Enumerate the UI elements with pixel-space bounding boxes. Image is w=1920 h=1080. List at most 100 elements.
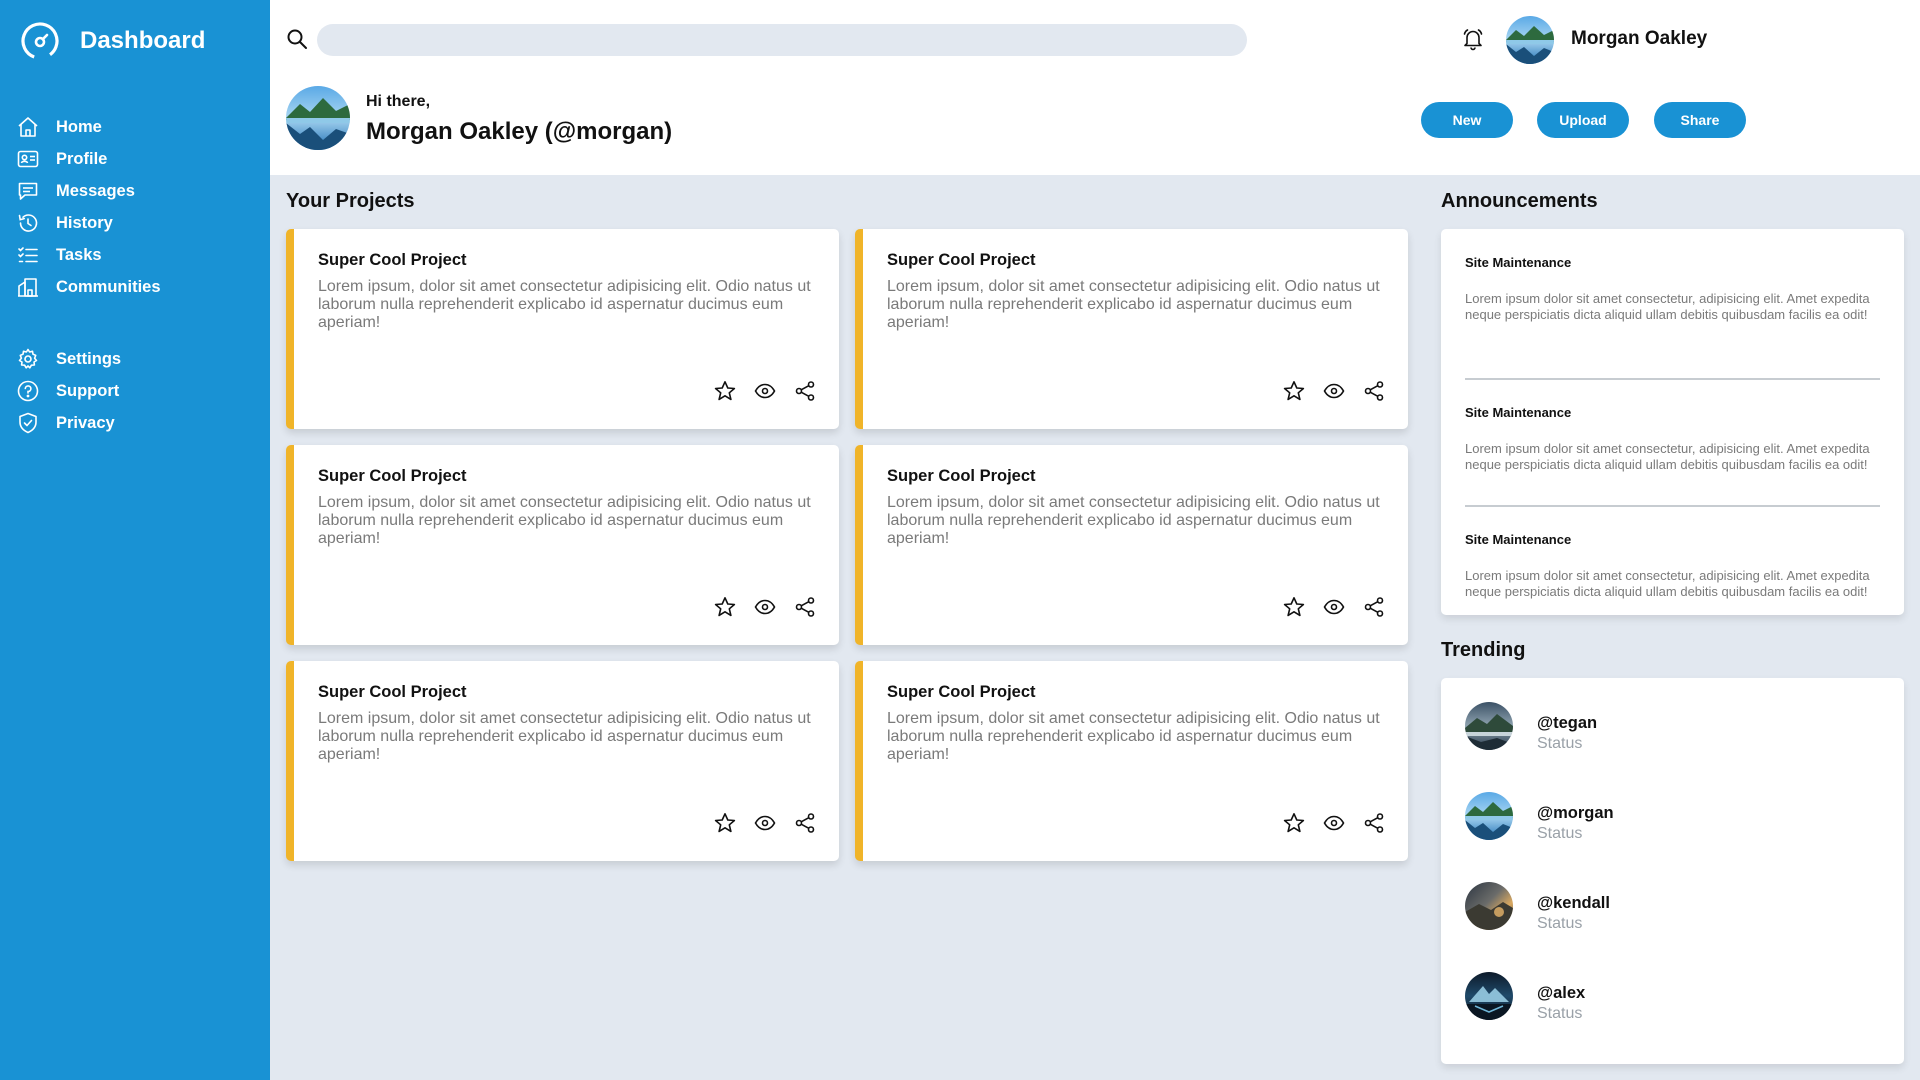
secondary-nav: Settings Support Privacy [16, 343, 266, 439]
project-card[interactable]: Super Cool Project Lorem ipsum, dolor si… [855, 661, 1408, 861]
avatar[interactable] [1465, 972, 1513, 1020]
search-input[interactable] [317, 24, 1247, 56]
eye-icon[interactable] [1322, 379, 1346, 403]
star-icon[interactable] [713, 811, 737, 835]
star-icon[interactable] [713, 595, 737, 619]
star-icon[interactable] [1282, 811, 1306, 835]
project-card[interactable]: Super Cool Project Lorem ipsum, dolor si… [855, 445, 1408, 645]
projects-grid: Super Cool Project Lorem ipsum, dolor si… [286, 229, 1409, 861]
messages-icon [18, 182, 38, 200]
project-card[interactable]: Super Cool Project Lorem ipsum, dolor si… [855, 229, 1408, 429]
eye-icon[interactable] [1322, 595, 1346, 619]
share-icon[interactable] [1362, 811, 1386, 835]
announcements-card: Site Maintenance Lorem ipsum dolor sit a… [1441, 229, 1904, 615]
project-title: Super Cool Project [887, 467, 1036, 485]
announcement-item[interactable]: Site Maintenance Lorem ipsum dolor sit a… [1465, 380, 1880, 507]
project-title: Super Cool Project [318, 683, 467, 701]
share-icon[interactable] [793, 595, 817, 619]
star-icon[interactable] [1282, 595, 1306, 619]
share-icon[interactable] [1362, 595, 1386, 619]
search-icon[interactable] [286, 28, 308, 50]
trending-user[interactable]: @tegan Status [1465, 702, 1880, 792]
share-icon[interactable] [1362, 379, 1386, 403]
greeting-avatar [286, 86, 350, 150]
trending-handle[interactable]: @tegan [1537, 714, 1597, 733]
eye-icon[interactable] [753, 379, 777, 403]
trending-status: Status [1537, 735, 1583, 752]
trending-status: Status [1537, 915, 1583, 932]
sidebar-item-home[interactable]: Home [16, 111, 266, 143]
avatar[interactable] [1465, 792, 1513, 840]
project-description: Lorem ipsum, dolor sit amet consectetur … [887, 710, 1380, 763]
eye-icon[interactable] [1322, 811, 1346, 835]
project-card[interactable]: Super Cool Project Lorem ipsum, dolor si… [286, 445, 839, 645]
trending-user[interactable]: @kendall Status [1465, 882, 1880, 972]
trending-user[interactable]: @alex Status [1465, 972, 1880, 1062]
sidebar-item-messages[interactable]: Messages [16, 175, 266, 207]
privacy-shield-icon [19, 412, 37, 434]
sidebar-item-label: Privacy [56, 413, 115, 432]
project-description: Lorem ipsum, dolor sit amet consectetur … [318, 278, 811, 331]
share-icon[interactable] [793, 379, 817, 403]
tasks-icon [18, 247, 38, 263]
sidebar-item-profile[interactable]: Profile [16, 143, 266, 175]
sidebar-item-label: Settings [56, 349, 122, 368]
notification-bell-icon[interactable] [1461, 27, 1485, 51]
trending-status: Status [1537, 825, 1583, 842]
upload-button[interactable]: Upload [1537, 102, 1629, 138]
new-button[interactable]: New [1421, 102, 1513, 138]
announcement-title: Site Maintenance [1465, 255, 1572, 270]
project-actions [1282, 379, 1386, 403]
dashboard-gauge-icon [21, 22, 59, 60]
sidebar-item-support[interactable]: Support [16, 375, 266, 407]
sidebar-item-settings[interactable]: Settings [16, 343, 266, 375]
project-card[interactable]: Super Cool Project Lorem ipsum, dolor si… [286, 661, 839, 861]
project-description: Lorem ipsum, dolor sit amet consectetur … [887, 494, 1380, 547]
announcement-body: Lorem ipsum dolor sit amet consectetur, … [1465, 441, 1870, 472]
sidebar-item-privacy[interactable]: Privacy [16, 407, 266, 439]
sidebar-item-communities[interactable]: Communities [16, 271, 266, 303]
sidebar-item-label: Support [56, 381, 120, 400]
user-name[interactable]: Morgan Oakley [1571, 28, 1707, 50]
project-title: Super Cool Project [318, 467, 467, 485]
announcement-item[interactable]: Site Maintenance Lorem ipsum dolor sit a… [1465, 507, 1880, 634]
announcement-title: Site Maintenance [1465, 405, 1572, 420]
project-title: Super Cool Project [318, 251, 467, 269]
avatar[interactable] [1465, 702, 1513, 750]
trending-user[interactable]: @morgan Status [1465, 792, 1880, 882]
brand-title: Dashboard [80, 27, 206, 54]
main-nav: Home Profile Messages History Tasks Comm… [16, 111, 266, 303]
project-title: Super Cool Project [887, 683, 1036, 701]
communities-icon [18, 278, 38, 297]
eye-icon[interactable] [753, 811, 777, 835]
user-avatar[interactable] [1506, 16, 1554, 64]
trending-handle[interactable]: @alex [1537, 984, 1585, 1003]
star-icon[interactable] [713, 379, 737, 403]
sidebar-item-label: Messages [56, 181, 135, 200]
settings-icon [18, 348, 38, 369]
avatar[interactable] [1465, 882, 1513, 930]
eye-icon[interactable] [753, 595, 777, 619]
sidebar-item-label: History [56, 213, 113, 232]
star-icon[interactable] [1282, 379, 1306, 403]
announcement-item[interactable]: Site Maintenance Lorem ipsum dolor sit a… [1465, 253, 1880, 380]
greeting-name: Morgan Oakley (@morgan) [366, 118, 673, 145]
share-icon[interactable] [793, 811, 817, 835]
brand[interactable]: Dashboard [20, 21, 205, 61]
announcement-body: Lorem ipsum dolor sit amet consectetur, … [1465, 291, 1870, 322]
home-icon [18, 117, 38, 137]
announcement-title: Site Maintenance [1465, 532, 1572, 547]
trending-handle[interactable]: @kendall [1537, 894, 1610, 913]
sidebar-item-tasks[interactable]: Tasks [16, 239, 266, 271]
history-icon [18, 214, 38, 232]
project-card[interactable]: Super Cool Project Lorem ipsum, dolor si… [286, 229, 839, 429]
trending-handle[interactable]: @morgan [1537, 804, 1614, 823]
sidebar-item-history[interactable]: History [16, 207, 266, 239]
project-actions [713, 811, 817, 835]
support-icon [17, 380, 39, 402]
sidebar-item-label: Profile [56, 149, 108, 168]
share-button[interactable]: Share [1654, 102, 1746, 138]
projects-title: Your Projects [286, 190, 415, 212]
announcements-title: Announcements [1441, 190, 1598, 212]
sidebar: Dashboard Home Profile Messages History … [0, 0, 270, 1080]
